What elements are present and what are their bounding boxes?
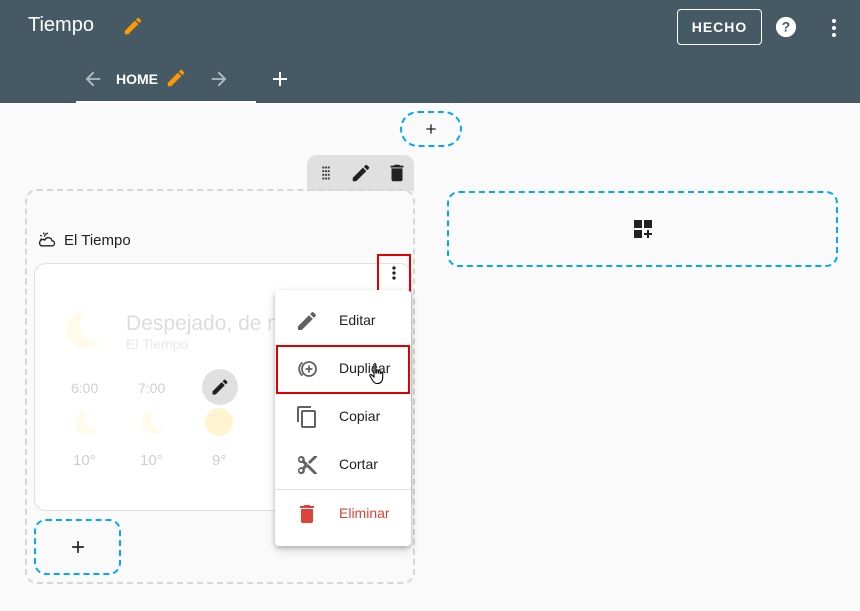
move-view-left-icon[interactable]: [82, 68, 104, 90]
weather-entity-name: El Tiempo: [126, 336, 189, 352]
delete-section-trash-icon[interactable]: [386, 162, 408, 184]
copy-icon: [297, 406, 316, 428]
card-options-menu: Editar Duplicar Copiar Cortar Eliminar: [275, 290, 411, 546]
plus-icon: [426, 124, 436, 134]
overflow-menu-icon[interactable]: [822, 16, 846, 40]
trash-icon: [300, 505, 314, 523]
dots-vertical-icon: [392, 266, 396, 280]
hand-cursor-icon: [369, 363, 384, 385]
dashboard-title: Tiempo: [28, 14, 94, 36]
add-section-above-button[interactable]: [400, 111, 462, 147]
tab-home[interactable]: HOME: [76, 60, 256, 103]
scissors-icon: [297, 456, 317, 475]
pencil-icon: [212, 379, 228, 395]
svg-text:?: ?: [782, 20, 790, 35]
edit-card-button[interactable]: [202, 369, 238, 405]
forecast-time: 6:00: [71, 380, 99, 396]
sun-icon: [205, 408, 233, 436]
top-app-bar: Tiempo HECHO ? HOME: [0, 0, 860, 103]
forecast-time: 7:00: [138, 380, 166, 396]
forecast-temperature: 10°: [73, 452, 96, 469]
tab-label: HOME: [116, 71, 158, 87]
menu-item-label: Cortar: [339, 456, 378, 472]
add-card-button[interactable]: [34, 519, 121, 575]
drag-handle-icon[interactable]: [315, 162, 337, 184]
card-options-button[interactable]: [377, 254, 411, 292]
moon-icon: [67, 311, 100, 348]
move-view-right-icon[interactable]: [208, 68, 230, 90]
pencil-icon: [298, 311, 317, 330]
menu-item-delete[interactable]: Eliminar: [275, 490, 411, 538]
add-view-plus-icon[interactable]: [268, 67, 292, 91]
forecast-temperature: 9°: [212, 452, 227, 469]
edit-section-pencil-icon[interactable]: [350, 162, 372, 184]
moon-icon: [142, 409, 164, 434]
edit-title-pencil-icon[interactable]: [122, 15, 144, 37]
moon-icon: [75, 409, 97, 434]
menu-item-copy[interactable]: Copiar: [275, 393, 411, 441]
edit-view-pencil-icon[interactable]: [165, 67, 187, 89]
duplicate-highlight: [276, 345, 410, 394]
weather-night-partly-cloudy-icon: [38, 232, 56, 247]
menu-item-edit[interactable]: Editar: [275, 297, 411, 345]
plus-icon: [71, 541, 84, 553]
section-toolbar: [307, 155, 414, 191]
add-section-button[interactable]: [447, 191, 838, 267]
done-button[interactable]: HECHO: [677, 9, 762, 45]
menu-item-cut[interactable]: Cortar: [275, 441, 411, 489]
menu-item-label: Copiar: [339, 408, 381, 424]
section-heading: El Tiempo: [64, 232, 131, 249]
help-icon[interactable]: ?: [775, 16, 797, 38]
menu-item-label: Eliminar: [339, 505, 390, 521]
view-grid-plus-icon: [633, 220, 652, 238]
tab-underline: [76, 101, 256, 103]
forecast-temperature: 10°: [140, 452, 163, 469]
menu-item-label: Editar: [339, 312, 376, 328]
